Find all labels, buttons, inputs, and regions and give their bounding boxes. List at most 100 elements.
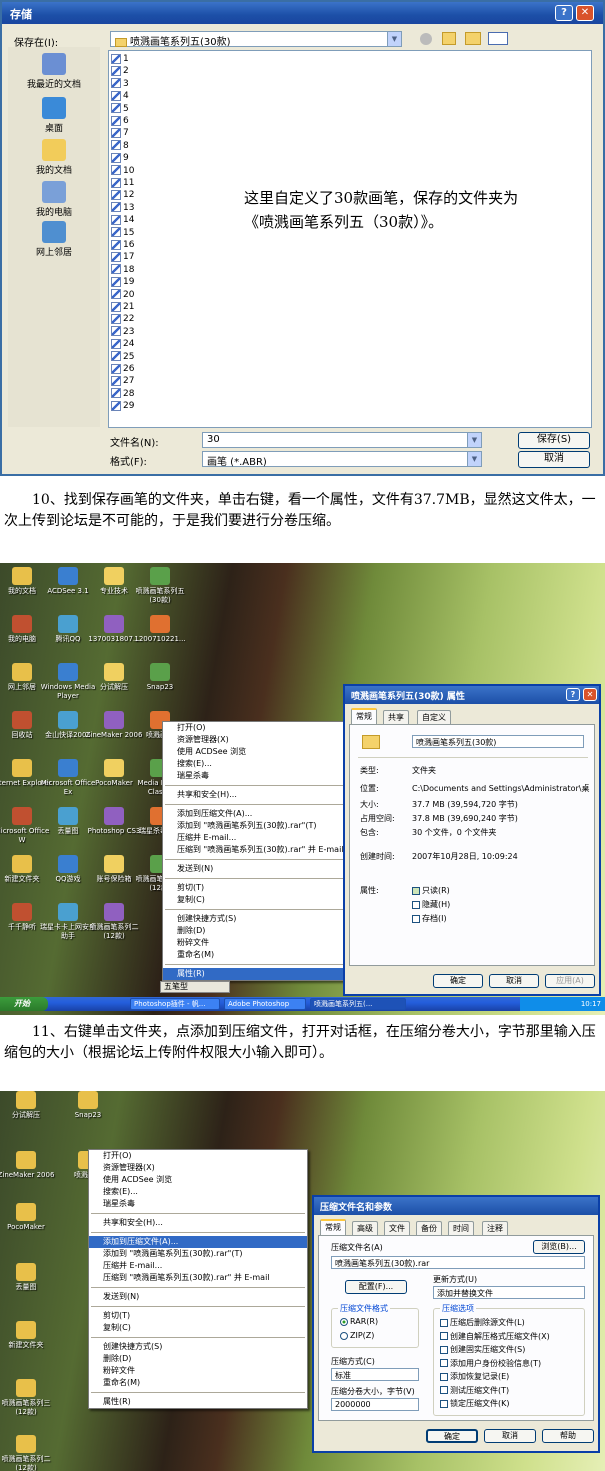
file-item[interactable]: 22 — [111, 313, 134, 325]
menu-item[interactable]: 粉碎文件 — [163, 937, 345, 949]
cancel-button[interactable]: 取消 — [489, 974, 539, 988]
menu-item[interactable]: 复制(C) — [89, 1322, 307, 1334]
chevron-down-icon[interactable]: ▼ — [467, 452, 481, 466]
option-checkbox[interactable]: 创建固实压缩文件(S) — [440, 1344, 525, 1355]
menu-item[interactable]: 共享和安全(H)... — [89, 1217, 307, 1229]
update-mode-select[interactable]: 添加并替换文件 — [433, 1286, 585, 1299]
save-button[interactable]: 保存(S) — [518, 432, 590, 449]
file-item[interactable]: 3 — [111, 78, 129, 90]
folder-name-input[interactable]: 喷溅画笔系列五(30款) — [412, 735, 584, 748]
hidden-checkbox[interactable]: 隐藏(H) — [412, 899, 450, 910]
file-item[interactable]: 23 — [111, 326, 134, 338]
menu-item[interactable]: 发送到(N) — [89, 1291, 307, 1303]
menu-item[interactable]: 资源管理器(X) — [89, 1162, 307, 1174]
file-item[interactable]: 17 — [111, 251, 134, 263]
file-item[interactable]: 8 — [111, 140, 129, 152]
menu-item[interactable]: 打开(O) — [89, 1150, 307, 1162]
file-item[interactable]: 24 — [111, 338, 134, 350]
config-button[interactable]: 配置(F)... — [345, 1280, 407, 1294]
format-select[interactable]: 画笔 (*.ABR) ▼ — [202, 451, 482, 468]
menu-item[interactable]: 瑞星杀毒 — [89, 1198, 307, 1210]
menu-item[interactable]: 瑞星杀毒 — [163, 770, 345, 782]
file-item[interactable]: 14 — [111, 214, 134, 226]
file-item[interactable]: 13 — [111, 202, 134, 214]
menu-item[interactable]: 剪切(T) — [163, 882, 345, 894]
option-checkbox[interactable]: 创建自解压格式压缩文件(X) — [440, 1331, 550, 1342]
file-item[interactable]: 1 — [111, 53, 129, 65]
readonly-checkbox[interactable]: 只读(R) — [412, 885, 450, 896]
taskbar-item-photoshop-plugin[interactable]: Photoshop插件 - 帆... — [130, 998, 220, 1010]
option-checkbox[interactable]: 压缩后删除源文件(L) — [440, 1317, 525, 1328]
file-item[interactable]: 20 — [111, 289, 134, 301]
menu-item[interactable]: 属性(R) — [163, 968, 345, 980]
archive-checkbox[interactable]: 存档(I) — [412, 913, 447, 924]
menu-item[interactable]: 粉碎文件 — [89, 1365, 307, 1377]
place-network[interactable]: 网上邻居 — [8, 221, 100, 258]
file-item[interactable]: 2 — [111, 65, 129, 77]
desktop-icon[interactable]: 1200710221... — [130, 615, 190, 644]
menu-item[interactable]: 搜索(E)... — [163, 758, 345, 770]
rar-tab[interactable]: 备份 — [416, 1221, 442, 1235]
chevron-down-icon[interactable]: ▼ — [387, 32, 401, 46]
menu-item[interactable]: 使用 ACDSee 浏览 — [89, 1174, 307, 1186]
help-button[interactable]: 帮助 — [542, 1429, 594, 1443]
close-icon[interactable]: ✕ — [576, 5, 594, 21]
file-item[interactable]: 5 — [111, 103, 129, 115]
menu-item[interactable]: 资源管理器(X) — [163, 734, 345, 746]
menu-item[interactable]: 共享和安全(H)... — [163, 789, 345, 801]
file-item[interactable]: 11 — [111, 177, 134, 189]
menu-item[interactable]: 剪切(T) — [89, 1310, 307, 1322]
menu-item[interactable]: 重命名(M) — [163, 949, 345, 961]
save-in-combo[interactable]: 喷溅画笔系列五(30款) ▼ — [110, 31, 402, 48]
cancel-button[interactable]: 取消 — [518, 451, 590, 468]
menu-item[interactable]: 添加到压缩文件(A)... — [89, 1236, 307, 1248]
menu-item[interactable]: 打开(O) — [163, 722, 345, 734]
place-recent[interactable]: 我最近的文档 — [8, 53, 100, 90]
menu-item[interactable]: 压缩并 E-mail... — [163, 832, 345, 844]
menu-item[interactable]: 创建快捷方式(S) — [89, 1341, 307, 1353]
menu-item[interactable]: 复制(C) — [163, 894, 345, 906]
option-checkbox[interactable]: 添加恢复记录(E) — [440, 1371, 509, 1382]
view-menu-icon[interactable] — [488, 32, 508, 45]
ok-button[interactable]: 确定 — [433, 974, 483, 988]
tab-customize[interactable]: 自定义 — [417, 710, 451, 724]
menu-item[interactable]: 压缩到 "喷溅画笔系列五(30款).rar" 并 E-mail — [89, 1272, 307, 1284]
desktop-icon[interactable]: 喷溅画笔系列五(30款) — [130, 567, 190, 605]
place-my-documents[interactable]: 我的文档 — [8, 139, 100, 176]
rar-tab[interactable]: 注释 — [482, 1221, 508, 1235]
file-item[interactable]: 27 — [111, 375, 134, 387]
file-item[interactable]: 4 — [111, 90, 129, 102]
tab-sharing[interactable]: 共享 — [383, 710, 409, 724]
desktop-icon[interactable]: 喷溅画笔系列三(12款) — [0, 1379, 56, 1417]
menu-item[interactable]: 发送到(N) — [163, 863, 345, 875]
file-item[interactable]: 10 — [111, 165, 134, 177]
split-size-input[interactable]: 2000000 — [331, 1398, 419, 1411]
file-item[interactable]: 16 — [111, 239, 134, 251]
chevron-down-icon[interactable]: ▼ — [467, 433, 481, 447]
place-my-computer[interactable]: 我的电脑 — [8, 181, 100, 218]
option-checkbox[interactable]: 锁定压缩文件(K) — [440, 1398, 510, 1409]
rar-tab[interactable]: 时间 — [448, 1221, 474, 1235]
zip-radio[interactable]: ZIP(Z) — [340, 1331, 374, 1340]
option-checkbox[interactable]: 添加用户身份校验信息(T) — [440, 1358, 541, 1369]
menu-item[interactable]: 添加到 "喷溅画笔系列五(30款).rar"(T) — [89, 1248, 307, 1260]
desktop-icon[interactable]: PocoMaker — [0, 1203, 56, 1232]
desktop-icon[interactable]: 喷溅画笔系列二(12款) — [0, 1435, 56, 1471]
cancel-button[interactable]: 取消 — [484, 1429, 536, 1443]
menu-item[interactable]: 删除(D) — [89, 1353, 307, 1365]
desktop-icon[interactable]: Snap23 — [130, 663, 190, 692]
file-item[interactable]: 26 — [111, 363, 134, 375]
desktop-icon[interactable]: 喷溅画笔系列二(12款) — [84, 903, 144, 941]
filename-input[interactable]: 30 ▼ — [202, 432, 482, 448]
back-icon[interactable] — [420, 33, 432, 45]
menu-item[interactable]: 重命名(M) — [89, 1377, 307, 1389]
option-checkbox[interactable]: 测试压缩文件(T) — [440, 1385, 509, 1396]
menu-item[interactable]: 创建快捷方式(S) — [163, 913, 345, 925]
desktop-icon[interactable]: 丢量图 — [0, 1263, 56, 1292]
file-item[interactable]: 12 — [111, 189, 134, 201]
file-item[interactable]: 7 — [111, 127, 129, 139]
desktop-icon[interactable]: Snap23 — [58, 1091, 118, 1120]
menu-item[interactable]: 压缩到 "喷溅画笔系列五(30款).rar" 并 E-mail — [163, 844, 345, 856]
file-item[interactable]: 25 — [111, 351, 134, 363]
up-folder-icon[interactable] — [442, 32, 456, 45]
